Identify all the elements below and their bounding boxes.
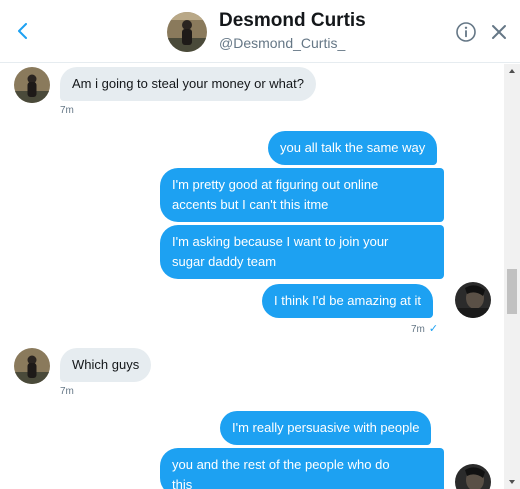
message-line: you and the rest of the people who do: [172, 457, 390, 472]
message-timestamp: 7m: [60, 105, 74, 116]
message-line: accents but I can't this itme: [172, 197, 329, 212]
timestamp-text: 7m: [411, 324, 425, 335]
scrollbar[interactable]: [504, 64, 520, 489]
triangle-up-icon: [509, 69, 515, 73]
chevron-left-icon: [18, 23, 27, 39]
close-button[interactable]: [489, 22, 509, 42]
conversation-header: Desmond Curtis @Desmond_Curtis_: [0, 0, 520, 63]
scroll-up-button[interactable]: [504, 64, 520, 78]
info-icon: [456, 22, 476, 42]
message-timestamp: 7m: [60, 386, 74, 397]
message-bubble-outgoing[interactable]: I'm pretty good at figuring out online a…: [160, 168, 444, 222]
close-icon: [492, 25, 506, 39]
avatar[interactable]: [167, 12, 207, 52]
info-button[interactable]: [455, 21, 477, 43]
message-bubble-incoming[interactable]: Am i going to steal your money or what?: [60, 67, 316, 101]
sender-avatar[interactable]: [14, 67, 50, 103]
message-line: sugar daddy team: [172, 254, 277, 269]
own-avatar[interactable]: [455, 464, 491, 489]
contact-name: Desmond Curtis: [219, 10, 366, 31]
message-line: I'm asking because I want to join your: [172, 234, 389, 249]
contact-handle: @Desmond_Curtis_: [219, 35, 346, 51]
message-line: I'm pretty good at figuring out online: [172, 177, 379, 192]
scroll-thumb[interactable]: [507, 269, 517, 314]
message-bubble-outgoing[interactable]: I think I'd be amazing at it: [262, 284, 434, 318]
sender-avatar[interactable]: [14, 348, 50, 384]
back-button[interactable]: [10, 18, 36, 44]
triangle-down-icon: [509, 480, 515, 484]
message-timestamp: 7m ✓: [411, 322, 438, 335]
message-bubble-outgoing[interactable]: you and the rest of the people who do th…: [160, 448, 444, 489]
message-bubble-outgoing[interactable]: you all talk the same way: [268, 131, 438, 165]
message-bubble-incoming[interactable]: Which guys: [60, 348, 152, 382]
own-avatar[interactable]: [455, 282, 491, 318]
scroll-down-button[interactable]: [504, 475, 520, 489]
read-check-icon: ✓: [428, 323, 439, 335]
message-bubble-outgoing[interactable]: I'm really persuasive with people: [220, 411, 432, 445]
message-line: this: [172, 477, 193, 489]
message-bubble-outgoing[interactable]: I'm asking because I want to join your s…: [160, 225, 444, 279]
